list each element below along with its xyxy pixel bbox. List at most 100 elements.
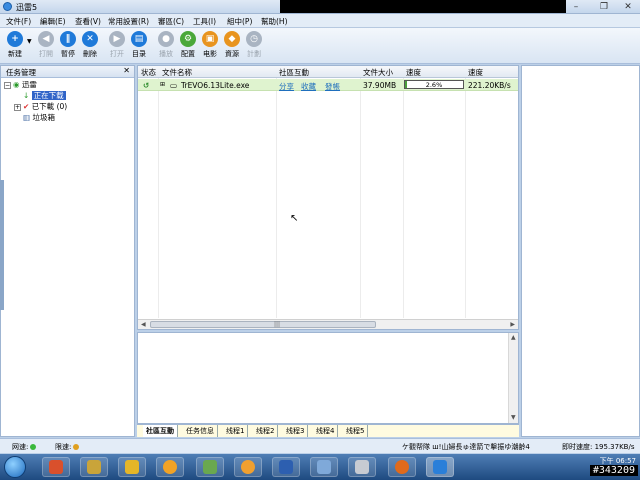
download-speed: 221.20KB/s <box>468 81 511 90</box>
status-notice: ケ觀帮隊 ш!山婦長ゅ達箭で擊振ゆ潮齢4 <box>402 443 530 451</box>
chevron-down-icon[interactable]: ▼ <box>27 38 32 45</box>
config-button[interactable]: ⚙ 配置 <box>177 31 199 59</box>
menu-edit[interactable]: 編輯(E) <box>40 16 66 27</box>
menu-review[interactable]: 審區(C) <box>158 16 184 27</box>
menu-settings[interactable]: 常用設置(R) <box>108 16 149 27</box>
taskbar-firefox[interactable] <box>388 457 416 477</box>
close-button[interactable]: ✕ <box>618 1 638 13</box>
menu-file[interactable]: 文件(F) <box>6 16 31 27</box>
thunder-app-icon <box>3 2 12 11</box>
col-speed[interactable]: 速度 <box>468 67 483 77</box>
folder-icon: ▤ <box>131 31 147 47</box>
taskbar-thunder[interactable] <box>426 457 454 477</box>
detail-tabs: 社區互動 任务信息 线程1 线程2 线程3 线程4 线程5 <box>137 424 519 437</box>
movie-button[interactable]: ▣ 电影 <box>199 31 221 59</box>
scroll-right-icon[interactable]: ▶ <box>510 321 515 328</box>
col-size[interactable]: 文件大小 <box>363 67 393 77</box>
tree-root[interactable]: − ◉ 迅雷 <box>4 79 37 90</box>
delete-button[interactable]: ✕ 刪除 <box>79 31 101 59</box>
pause-icon: ∥ <box>60 31 76 47</box>
taskbar: 下午 06:57 <box>0 454 640 480</box>
trash-icon: ▥ <box>23 113 31 122</box>
taskbar-app-4[interactable] <box>156 457 184 477</box>
column-divider <box>465 78 466 318</box>
speed-limit-status[interactable]: 限速: <box>55 442 80 452</box>
network-status: 网速: <box>12 442 37 452</box>
scroll-left-icon[interactable]: ◀ <box>141 321 146 328</box>
expand-icon[interactable]: ⊞ <box>160 81 165 88</box>
toolbar: + 新建 ▼ ◀ 打開 ∥ 暫停 ✕ 刪除 ▶ 打开 ▤ 目录 ● 播放 ⚙ 配… <box>0 28 640 64</box>
open-button[interactable]: ◀ 打開 <box>35 31 57 59</box>
side-dock-handle[interactable] <box>0 180 4 310</box>
tab-community[interactable]: 社區互動 <box>143 425 178 437</box>
table-row[interactable]: ↺ ⊞ ▭ TrEVO6.13Lite.exe 分享 收藏 發帳 37.90MB… <box>138 79 518 91</box>
openfile-button[interactable]: ▶ 打开 <box>106 31 128 59</box>
right-pane <box>521 65 640 437</box>
new-button[interactable]: + 新建 <box>4 31 26 59</box>
pause-button[interactable]: ∥ 暫停 <box>57 31 79 59</box>
taskbar-app-2[interactable] <box>80 457 108 477</box>
scroll-up-icon[interactable]: ▲ <box>511 334 516 341</box>
horizontal-scrollbar[interactable]: ◀ ||| ▶ <box>138 319 518 329</box>
config-icon: ⚙ <box>180 31 196 47</box>
status-bar: 网速: 限速: ケ觀帮隊 ш!山婦長ゅ達箭で擊振ゆ潮齢4 即时速度: 195.3… <box>0 438 640 453</box>
column-divider <box>360 78 361 318</box>
tab-thread-2[interactable]: 线程2 <box>253 425 279 437</box>
download-arrow-icon: ↓ <box>23 91 30 100</box>
taskbar-app-3[interactable] <box>118 457 146 477</box>
taskbar-app-8[interactable] <box>310 457 338 477</box>
directory-button[interactable]: ▤ 目录 <box>128 31 150 59</box>
taskbar-app-6[interactable] <box>234 457 262 477</box>
start-button[interactable] <box>4 456 26 478</box>
vertical-scrollbar[interactable]: ▲ ▼ <box>508 333 518 423</box>
taskbar-word[interactable] <box>272 457 300 477</box>
play-button[interactable]: ● 播放 <box>155 31 177 59</box>
menu-tools[interactable]: 工具(I) <box>193 16 216 27</box>
comment-link[interactable]: 發帳 <box>325 81 340 92</box>
title-bar: 迅雷5 – ❐ ✕ <box>0 0 640 14</box>
resource-button[interactable]: ◆ 資源 <box>221 31 243 59</box>
new-icon: + <box>7 31 23 47</box>
scroll-down-icon[interactable]: ▼ <box>511 414 516 421</box>
task-manager-header: 任务管理 ✕ <box>1 66 134 78</box>
tab-thread-4[interactable]: 线程4 <box>313 425 339 437</box>
restore-button[interactable]: ❐ <box>594 1 614 13</box>
check-icon: ✔ <box>23 102 30 111</box>
file-size: 37.90MB <box>363 81 397 90</box>
col-status[interactable]: 状态 <box>141 67 156 77</box>
share-link[interactable]: 分享 <box>279 81 294 92</box>
file-name: TrEVO6.13Lite.exe <box>181 81 250 90</box>
clock[interactable]: 下午 06:57 <box>600 457 636 465</box>
detail-pane: ▲ ▼ <box>137 332 519 424</box>
expand-icon[interactable]: + <box>14 104 21 111</box>
window-title: 迅雷5 <box>16 3 38 12</box>
tree-item-downloading[interactable]: ↓ 正在下载 <box>23 90 66 101</box>
column-divider <box>403 78 404 318</box>
media-icon: ● <box>158 31 174 47</box>
collapse-icon[interactable]: − <box>4 82 11 89</box>
close-pane-icon[interactable]: ✕ <box>123 66 130 75</box>
tab-thread-5[interactable]: 线程5 <box>343 425 369 437</box>
col-community[interactable]: 社區互動 <box>279 67 309 77</box>
taskbar-app-9[interactable] <box>348 457 376 477</box>
tree-item-downloaded[interactable]: + ✔ 已下載 (0) <box>14 101 67 112</box>
col-progress[interactable]: 速度 <box>406 67 421 77</box>
tab-task-info[interactable]: 任务信息 <box>183 425 218 437</box>
tree-item-trash[interactable]: ▥ 垃圾箱 <box>23 112 55 123</box>
menu-bar: 文件(F) 編輯(E) 查看(V) 常用設置(R) 審區(C) 工具(I) 組中… <box>0 14 640 28</box>
taskbar-app-1[interactable] <box>42 457 70 477</box>
speed-limit-icon <box>73 444 80 450</box>
open-icon: ◀ <box>38 31 54 47</box>
tab-thread-1[interactable]: 线程1 <box>223 425 249 437</box>
scroll-thumb[interactable]: ||| <box>150 321 376 328</box>
col-filename[interactable]: 文件名称 <box>162 67 192 77</box>
menu-group[interactable]: 組中(P) <box>227 16 252 27</box>
menu-help[interactable]: 幫助(H) <box>261 16 288 27</box>
timer-button[interactable]: ◷ 計劃 <box>243 31 265 59</box>
minimize-button[interactable]: – <box>566 1 586 13</box>
timer-icon: ◷ <box>246 31 262 47</box>
menu-view[interactable]: 查看(V) <box>75 16 101 27</box>
favorite-link[interactable]: 收藏 <box>301 81 316 92</box>
taskbar-app-5[interactable] <box>196 457 224 477</box>
tab-thread-3[interactable]: 线程3 <box>283 425 309 437</box>
